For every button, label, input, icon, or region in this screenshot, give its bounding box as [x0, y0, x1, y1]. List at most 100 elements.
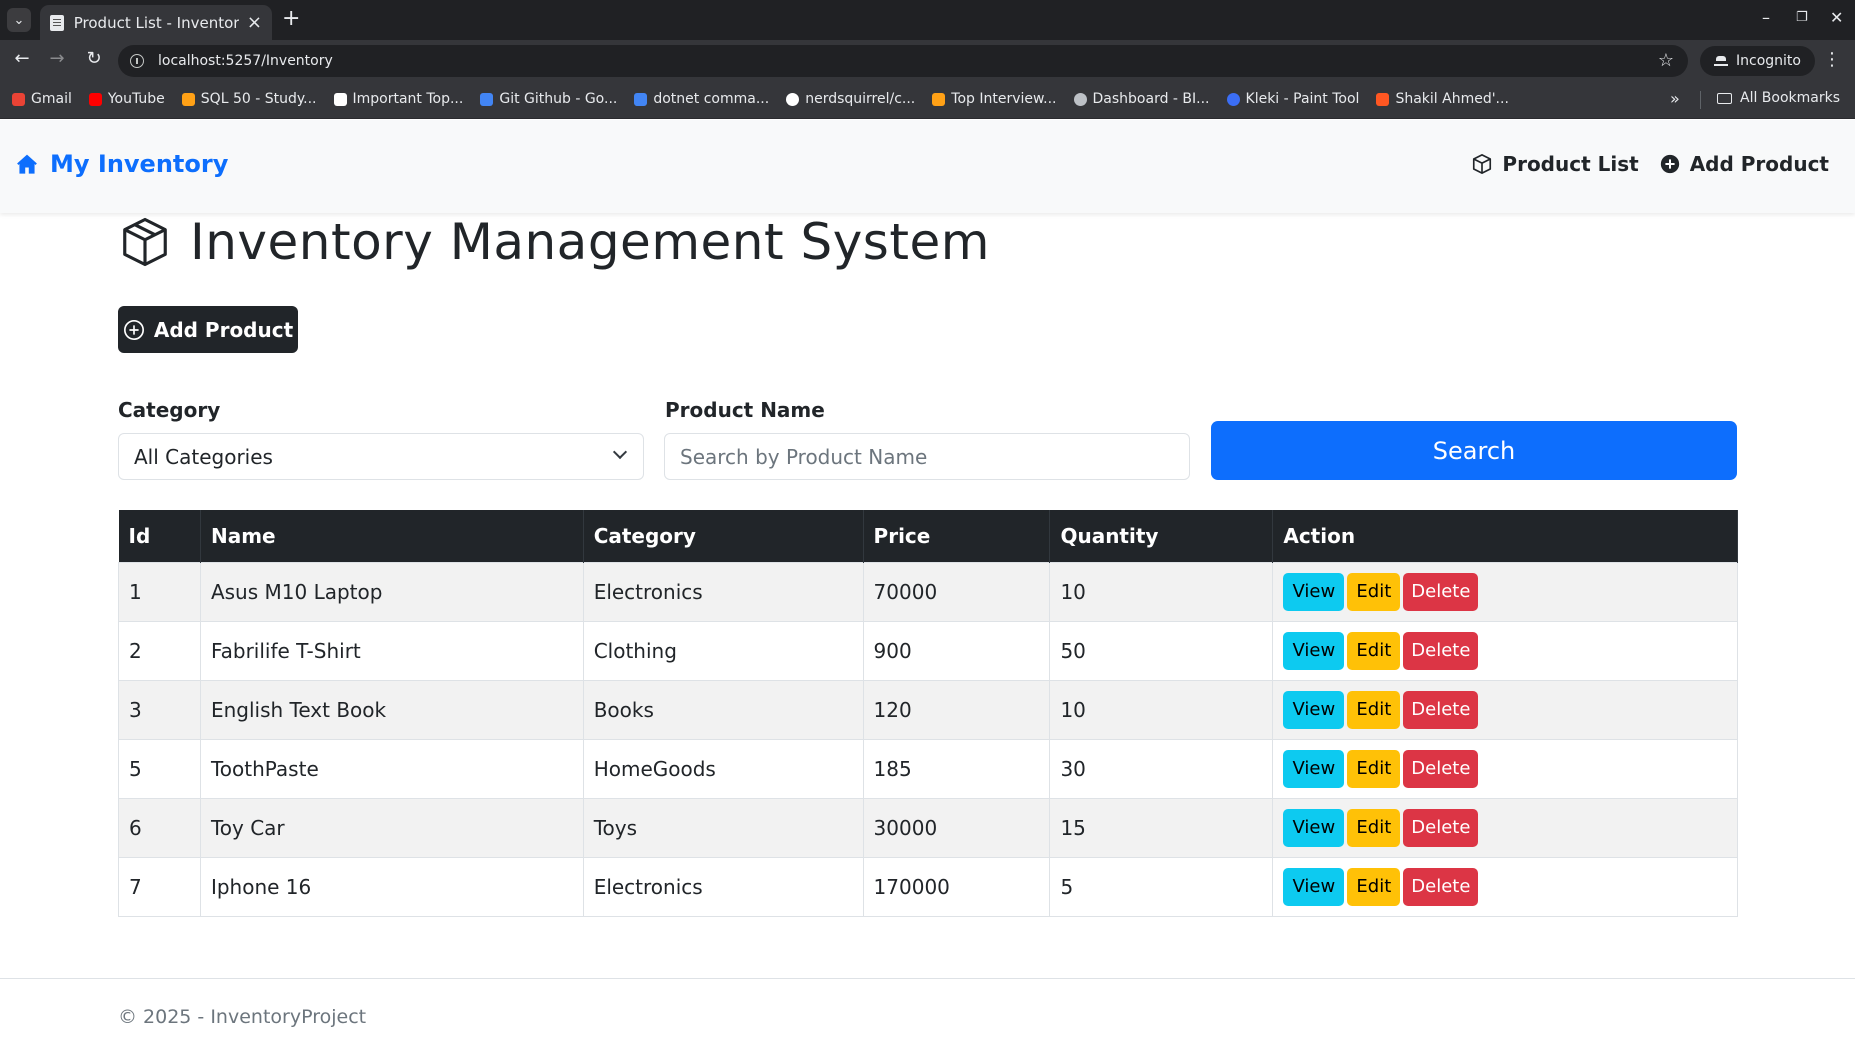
nav-link-product-list[interactable]: Product List [1471, 152, 1639, 176]
product-name-search-input[interactable] [664, 433, 1190, 480]
back-arrow-icon[interactable]: ← [10, 48, 34, 69]
bookmark-item[interactable]: nerdsquirrel/c... [786, 91, 915, 107]
medium-icon [333, 92, 347, 106]
table-row: 5 ToothPaste HomeGoods 185 30 View Edit De… [118, 738, 1738, 799]
all-bookmarks-button[interactable]: All Bookmarks [1717, 90, 1840, 106]
bookmark-item[interactable]: Shakil Ahmed'... [1376, 91, 1509, 107]
cell-actions: View Edit Delete [1272, 620, 1738, 681]
cell-actions: View Edit Delete [1272, 856, 1738, 917]
cell-price: 120 [862, 679, 1051, 740]
category-selected-value: All Categories [134, 444, 273, 469]
incognito-badge[interactable]: Incognito [1700, 46, 1815, 76]
bookmark-item[interactable]: Gmail [12, 91, 72, 107]
cell-name: Asus M10 Laptop [199, 561, 584, 622]
edit-button[interactable]: Edit [1347, 631, 1401, 670]
browser-toolbar: ← → ↻ localhost:5257/Inventory ☆ Incogni… [0, 40, 1855, 80]
page-favicon-icon [50, 14, 64, 31]
tab-title: Product List - Inventory Project [73, 13, 239, 32]
delete-button[interactable]: Delete [1403, 749, 1479, 788]
cell-quantity: 5 [1049, 856, 1274, 917]
incognito-icon [1714, 56, 1728, 66]
cell-price: 30000 [862, 797, 1051, 858]
house-icon [17, 154, 37, 174]
cell-category: Clothing [582, 620, 864, 681]
delete-button[interactable]: Delete [1403, 631, 1479, 670]
delete-button[interactable]: Delete [1403, 867, 1479, 906]
view-button[interactable]: View [1283, 808, 1345, 847]
forward-arrow-icon[interactable]: → [45, 48, 69, 69]
cell-category: Electronics [582, 561, 864, 622]
brand-link[interactable]: My Inventory [16, 150, 228, 178]
table-row: 3 English Text Book Books 120 10 View Edi… [118, 679, 1738, 740]
restore-icon[interactable]: ❐ [1796, 10, 1808, 25]
product-name-label: Product Name [665, 398, 825, 422]
delete-button[interactable]: Delete [1403, 808, 1479, 847]
table-row: 6 Toy Car Toys 30000 15 View Edit Delete [118, 797, 1738, 858]
gmail-icon [12, 92, 25, 106]
brand-text: My Inventory [50, 150, 229, 178]
new-tab-button[interactable]: + [282, 7, 300, 31]
table-header-row: Id Name Category Price Quantity Action [118, 510, 1738, 562]
incognito-label: Incognito [1736, 53, 1801, 69]
view-button[interactable]: View [1283, 572, 1345, 611]
cell-price: 900 [862, 620, 1051, 681]
cell-quantity: 10 [1049, 561, 1274, 622]
products-table: Id Name Category Price Quantity Action 1… [118, 510, 1738, 917]
tab-search-button[interactable]: ⌄ [7, 8, 31, 32]
cell-id: 1 [118, 561, 201, 622]
view-button[interactable]: View [1283, 867, 1345, 906]
bookmark-item[interactable]: Git Github - Go... [480, 91, 617, 107]
browser-tab[interactable]: Product List - Inventory Project × [40, 5, 272, 40]
reload-icon[interactable]: ↻ [82, 48, 106, 69]
cell-category: Books [582, 679, 864, 740]
address-bar[interactable]: localhost:5257/Inventory ☆ [118, 45, 1688, 77]
cell-quantity: 10 [1049, 679, 1274, 740]
bookmarks-bar: Gmail YouTube SQL 50 - Study... Importan… [0, 80, 1855, 119]
edit-button[interactable]: Edit [1347, 867, 1401, 906]
edit-button[interactable]: Edit [1347, 690, 1401, 729]
copyright-text: © 2025 - InventoryProject [118, 1006, 367, 1028]
cell-id: 3 [118, 679, 201, 740]
nav-link-add-product[interactable]: Add Product [1659, 152, 1829, 176]
cell-price: 170000 [862, 856, 1051, 917]
bookmark-item[interactable]: SQL 50 - Study... [181, 91, 317, 107]
cell-actions: View Edit Delete [1272, 679, 1738, 740]
youtube-icon [88, 92, 102, 106]
delete-button[interactable]: Delete [1403, 690, 1479, 729]
more-bookmarks-icon[interactable]: » [1670, 89, 1680, 108]
site-info-icon[interactable] [130, 54, 144, 68]
google-docs-icon [480, 92, 494, 106]
google-docs-icon [634, 92, 648, 106]
bookmark-item[interactable]: Top Interview... [932, 91, 1057, 107]
category-select[interactable]: All Categories [118, 433, 644, 480]
delete-button[interactable]: Delete [1403, 572, 1479, 611]
view-button[interactable]: View [1283, 690, 1345, 729]
view-button[interactable]: View [1283, 749, 1345, 788]
github-icon [786, 92, 800, 106]
minimize-icon[interactable]: – [1762, 8, 1770, 27]
cell-name: Iphone 16 [199, 856, 584, 917]
search-button[interactable]: Search [1211, 421, 1737, 480]
cell-actions: View Edit Delete [1272, 797, 1738, 858]
bookmark-item[interactable]: Dashboard - BI... [1073, 91, 1210, 107]
table-row: 2 Fabrilife T-Shirt Clothing 900 50 View… [118, 620, 1738, 681]
cell-id: 2 [118, 620, 201, 681]
browser-menu-icon[interactable]: ⋮ [1823, 49, 1841, 70]
bookmark-item[interactable]: YouTube [88, 91, 165, 107]
table-row: 7 Iphone 16 Electronics 170000 5 View Edi… [118, 856, 1738, 917]
edit-button[interactable]: Edit [1347, 808, 1401, 847]
add-product-button[interactable]: Add Product [118, 306, 298, 353]
box-icon [1473, 154, 1492, 174]
blogger-icon [1376, 92, 1390, 106]
bookmark-item[interactable]: Kleki - Paint Tool [1226, 91, 1359, 107]
window-close-icon[interactable]: ✕ [1830, 8, 1843, 27]
bookmark-star-icon[interactable]: ☆ [1658, 50, 1674, 71]
edit-button[interactable]: Edit [1347, 572, 1401, 611]
bookmark-item[interactable]: dotnet comma... [634, 91, 769, 107]
bookmark-item[interactable]: Important Top... [333, 91, 463, 107]
column-header-name: Name [200, 510, 584, 562]
close-tab-icon[interactable]: × [247, 12, 262, 33]
edit-button[interactable]: Edit [1347, 749, 1401, 788]
view-button[interactable]: View [1283, 631, 1345, 670]
cell-quantity: 50 [1049, 620, 1274, 681]
